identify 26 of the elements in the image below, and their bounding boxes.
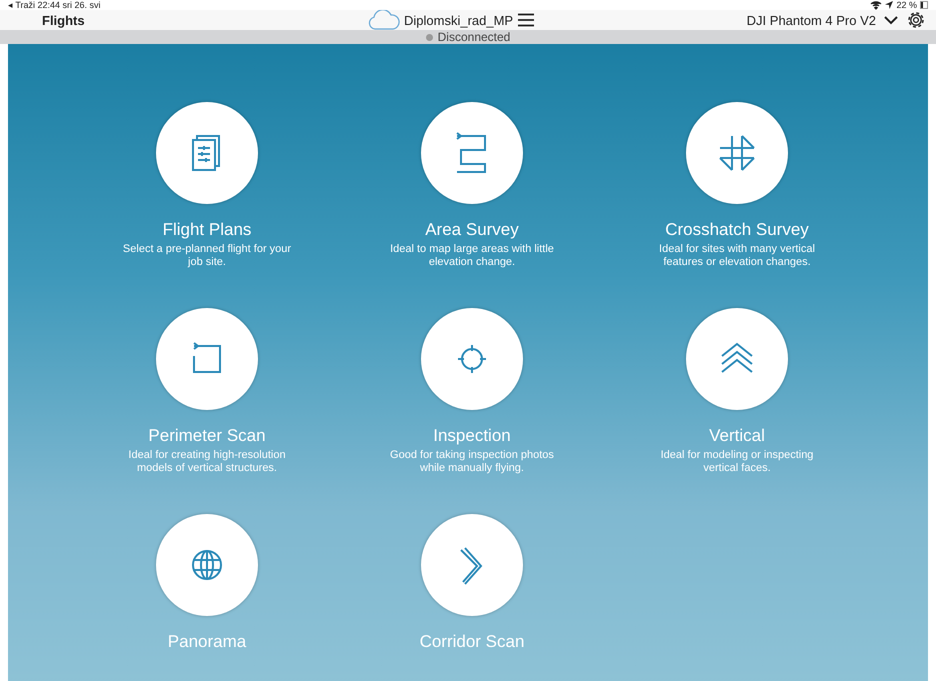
mission-description: Ideal for modeling or inspecting vertical faces. bbox=[660, 449, 814, 476]
page-title: Flights bbox=[42, 12, 85, 28]
wifi-icon bbox=[870, 0, 882, 10]
chevron-down-icon[interactable] bbox=[884, 16, 898, 24]
mission-title: Vertical bbox=[709, 426, 765, 446]
mission-title: Crosshatch Survey bbox=[665, 220, 809, 240]
mission-description: Good for taking inspection photos while manually flying. bbox=[389, 449, 555, 476]
mission-title: Panorama bbox=[168, 632, 246, 652]
mission-title: Flight Plans bbox=[162, 220, 252, 240]
mission-description: Select a pre-planned flight for your job site. bbox=[122, 243, 292, 270]
project-name[interactable]: Diplomski_rad_MP bbox=[404, 12, 514, 28]
mission-description: Ideal for sites with many vertical features or elevation changes. bbox=[658, 243, 816, 270]
mission-description: Ideal to map large areas with little elevation change. bbox=[389, 243, 555, 270]
connection-status: Disconnected bbox=[438, 30, 510, 44]
mission-title: Inspection bbox=[433, 426, 511, 446]
cloud-icon[interactable] bbox=[368, 10, 400, 30]
status-text: ◂ Traži 22:44 sri 26. svi bbox=[8, 0, 101, 10]
mission-description: Ideal for creating high-resolution models of vertical structures. bbox=[127, 449, 287, 476]
battery-percent: 22 % bbox=[896, 0, 917, 10]
settings-icon[interactable] bbox=[906, 10, 926, 30]
battery-icon bbox=[920, 1, 928, 9]
drone-selector[interactable]: DJI Phantom 4 Pro V2 bbox=[746, 12, 876, 28]
mission-title: Area Survey bbox=[425, 220, 519, 240]
mission-title: Corridor Scan bbox=[420, 632, 524, 652]
menu-icon[interactable] bbox=[517, 13, 536, 27]
mission-title: Perimeter Scan bbox=[148, 426, 266, 446]
